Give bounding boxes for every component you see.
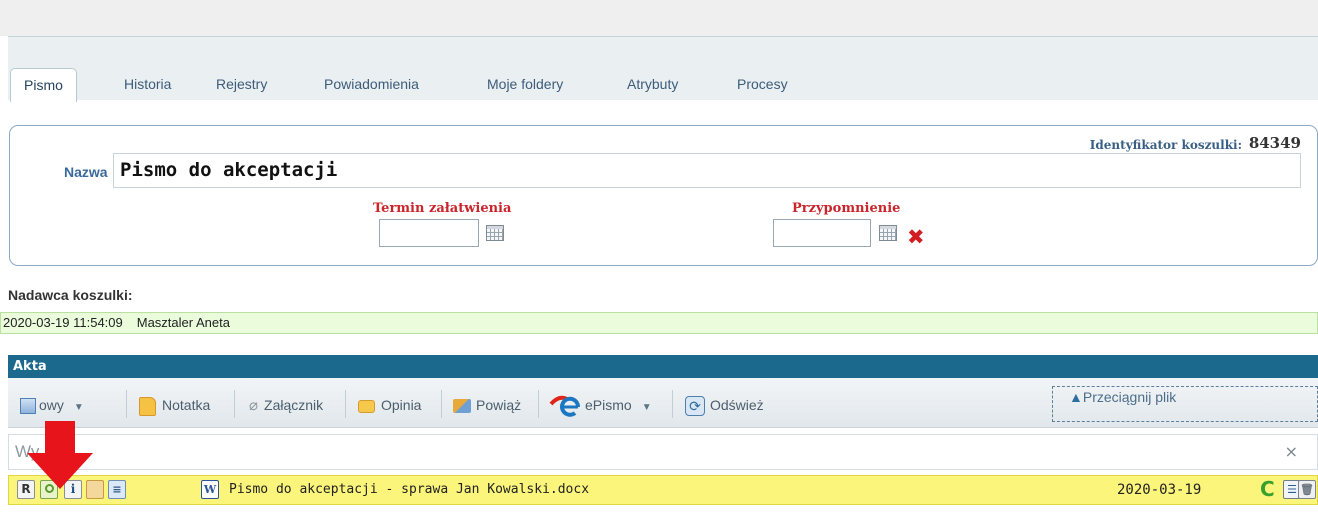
due-date-field[interactable] bbox=[379, 219, 479, 247]
refresh-icon: ⟳ bbox=[685, 396, 705, 417]
trash-icon[interactable]: 🗑 bbox=[1298, 480, 1316, 499]
paperclip-icon: ⌀ bbox=[249, 397, 259, 414]
word-doc-icon: W bbox=[201, 480, 219, 499]
chevron-down-icon: ▼ bbox=[641, 402, 652, 413]
sender-title: Nadawca koszulki: bbox=[8, 287, 133, 303]
metadata-icon[interactable]: ≡ bbox=[108, 480, 126, 499]
akta-header: Akta bbox=[8, 355, 1318, 378]
new-document-icon bbox=[20, 398, 36, 415]
link-label: Powiąż bbox=[476, 397, 522, 413]
note-icon bbox=[139, 396, 156, 416]
name-label: Nazwa bbox=[64, 164, 108, 180]
annotation-arrow-icon bbox=[27, 421, 93, 489]
note-button[interactable]: Notatka bbox=[139, 395, 211, 416]
epismo-button[interactable]: ePismo ▼ bbox=[549, 395, 652, 418]
file-name-link[interactable]: Pismo do akceptacji - sprawa Jan Kowalsk… bbox=[229, 480, 589, 500]
attachment-button[interactable]: ⌀ Załącznik bbox=[249, 395, 323, 415]
clear-reminder-icon[interactable]: ✖ bbox=[907, 227, 925, 248]
link-button[interactable]: Powiąż bbox=[453, 395, 521, 415]
tab-atrybuty[interactable]: Atrybuty bbox=[614, 68, 691, 101]
chevron-down-icon: ▼ bbox=[73, 402, 84, 413]
opinion-button[interactable]: Opinia bbox=[358, 395, 421, 415]
reminder-calendar-icon[interactable] bbox=[879, 225, 897, 241]
tab-pismo[interactable]: Pismo bbox=[10, 68, 77, 102]
drop-zone-label: Przeciągnij plik bbox=[1082, 389, 1177, 405]
file-date: 2020-03-19 bbox=[1117, 482, 1202, 498]
identifier-value: 84349 bbox=[1248, 134, 1301, 152]
sender-row: 2020-03-19 11:54:09 Masztaler Aneta bbox=[0, 312, 1318, 334]
attachment-label: Załącznik bbox=[264, 397, 324, 413]
toolbar-divider bbox=[441, 390, 442, 418]
epismo-label: ePismo bbox=[585, 397, 632, 413]
link-icon bbox=[453, 399, 471, 414]
speech-bubble-icon bbox=[358, 399, 375, 413]
clear-search-icon[interactable]: × bbox=[1285, 436, 1298, 468]
tab-bar: Pismo Historia Rejestry Powiadomienia Mo… bbox=[8, 36, 1318, 102]
new-document-label: owy bbox=[39, 397, 64, 413]
top-strip bbox=[0, 0, 1318, 36]
epismo-logo-icon bbox=[549, 396, 581, 418]
upload-arrow-icon: ▲ bbox=[1069, 389, 1083, 405]
name-field[interactable]: Pismo do akceptacji bbox=[113, 153, 1301, 188]
tab-procesy[interactable]: Procesy bbox=[724, 68, 801, 101]
tab-powiadomienia[interactable]: Powiadomienia bbox=[311, 68, 432, 101]
file-drop-zone[interactable]: ▲Przeciągnij plik bbox=[1052, 386, 1318, 422]
tab-historia[interactable]: Historia bbox=[111, 68, 184, 101]
toolbar-divider bbox=[234, 390, 235, 418]
refresh-file-icon[interactable]: C bbox=[1260, 478, 1275, 500]
new-document-button[interactable]: owy ▼ bbox=[20, 395, 84, 415]
reminder-label: Przypomnienie bbox=[792, 201, 901, 216]
toolbar-divider bbox=[126, 390, 127, 418]
refresh-label: Odśwież bbox=[710, 397, 764, 413]
tab-rejestry[interactable]: Rejestry bbox=[203, 68, 280, 101]
identifier-label: Identyfikator koszulki: bbox=[1089, 138, 1242, 152]
reminder-field[interactable] bbox=[773, 219, 871, 247]
opinion-label: Opinia bbox=[381, 397, 422, 413]
tab-moje-foldery[interactable]: Moje foldery bbox=[474, 68, 576, 101]
sender-datetime: 2020-03-19 11:54:09 bbox=[3, 315, 123, 330]
toolbar-divider bbox=[345, 390, 346, 418]
toolbar-divider bbox=[538, 390, 539, 418]
refresh-button[interactable]: ⟳ Odśwież bbox=[685, 395, 764, 417]
sender-name: Masztaler Aneta bbox=[136, 315, 230, 330]
search-input[interactable]: Wy ukaj bbox=[8, 434, 1318, 470]
toolbar-divider bbox=[672, 390, 673, 418]
note-label: Notatka bbox=[162, 397, 211, 413]
due-date-label: Termin załatwienia bbox=[373, 201, 512, 216]
due-date-calendar-icon[interactable] bbox=[486, 225, 504, 241]
